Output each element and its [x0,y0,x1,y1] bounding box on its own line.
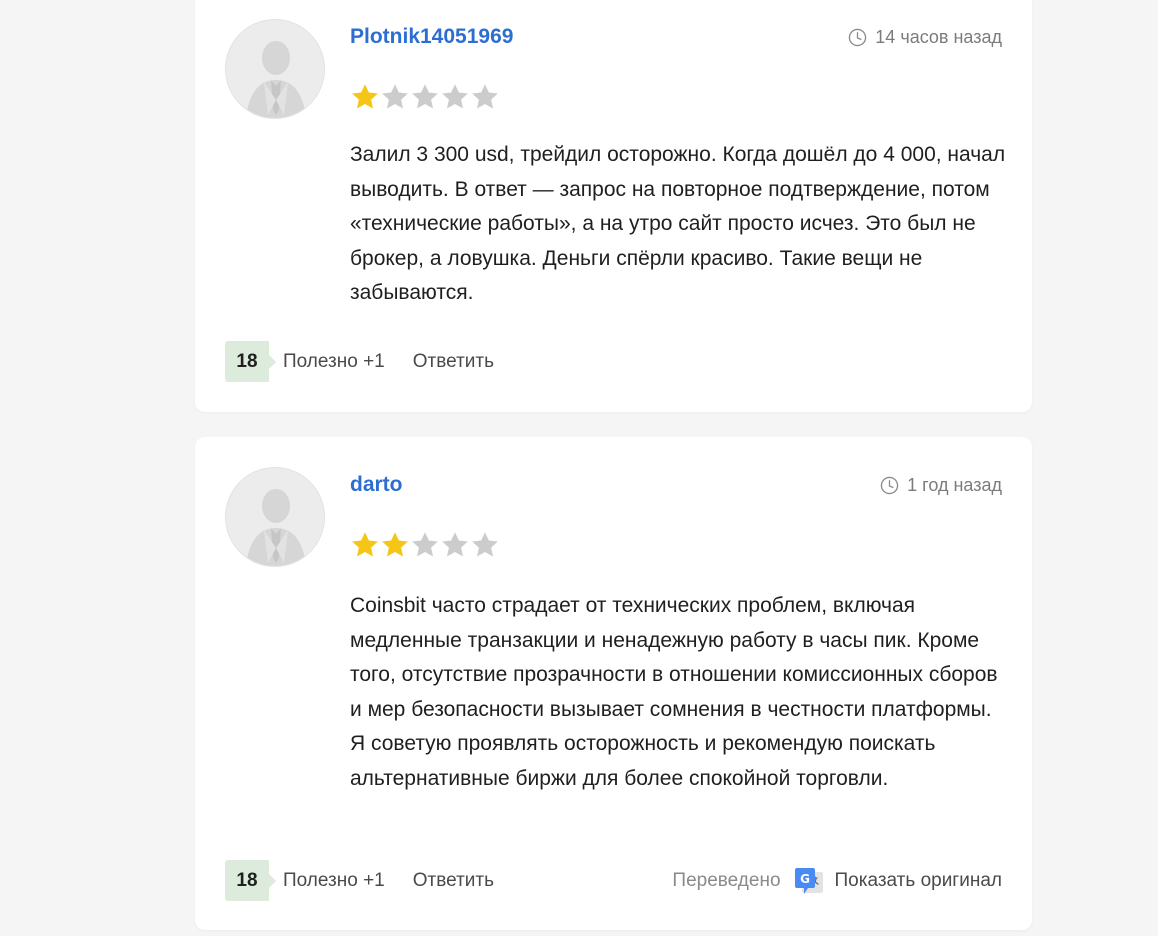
helpful-count-badge: 18 [225,860,276,901]
user-silhouette-icon [226,20,324,118]
google-translate-icon: G [794,867,823,894]
review-timestamp: 1 год назад [880,475,1002,496]
reply-button[interactable]: Ответить [413,351,494,373]
star-rating [350,82,500,112]
show-original-link[interactable]: Показать оригинал [835,870,1002,892]
avatar [225,467,325,567]
helpful-button[interactable]: Полезно +1 [283,870,385,892]
star-icon [352,84,378,109]
clock-icon [880,476,899,495]
review-footer: 18 Полезно +1 Ответить Переведено G Пока… [225,860,1002,901]
author-link[interactable]: darto [350,473,403,497]
star-icon [472,84,498,109]
translation-info: Переведено G Показать оригинал [672,865,1002,897]
helpful-count-badge: 18 [225,341,276,382]
review-card: darto 1 год назад Coinsbit часто страдае… [195,437,1032,930]
review-footer: 18 Полезно +1 Ответить [225,341,1002,382]
helpful-button[interactable]: Полезно +1 [283,351,385,373]
user-silhouette-icon [226,468,324,566]
translated-label: Переведено [672,869,781,891]
review-text: Coinsbit часто страдает от технических п… [350,594,998,790]
reply-button[interactable]: Ответить [413,870,494,892]
svg-text:G: G [800,872,810,886]
star-icon [382,532,408,557]
star-icon [442,532,468,557]
author-link[interactable]: Plotnik14051969 [350,25,513,49]
star-rating [350,530,500,560]
clock-icon [849,28,867,47]
review-text: Залил 3 300 usd, трейдил осторожно. Когд… [350,143,1006,304]
timestamp-text: 14 часов назад [875,27,1002,47]
star-icon [472,532,498,557]
timestamp-text: 1 год назад [907,475,1002,495]
star-icon [442,84,468,109]
star-icon [412,84,438,109]
star-icon [412,532,438,557]
review-card: Plotnik14051969 14 часов назад Залил 3 3… [195,0,1032,412]
star-icon [382,84,408,109]
star-icon [352,532,378,557]
avatar [225,19,325,119]
review-timestamp: 14 часов назад [848,27,1002,48]
